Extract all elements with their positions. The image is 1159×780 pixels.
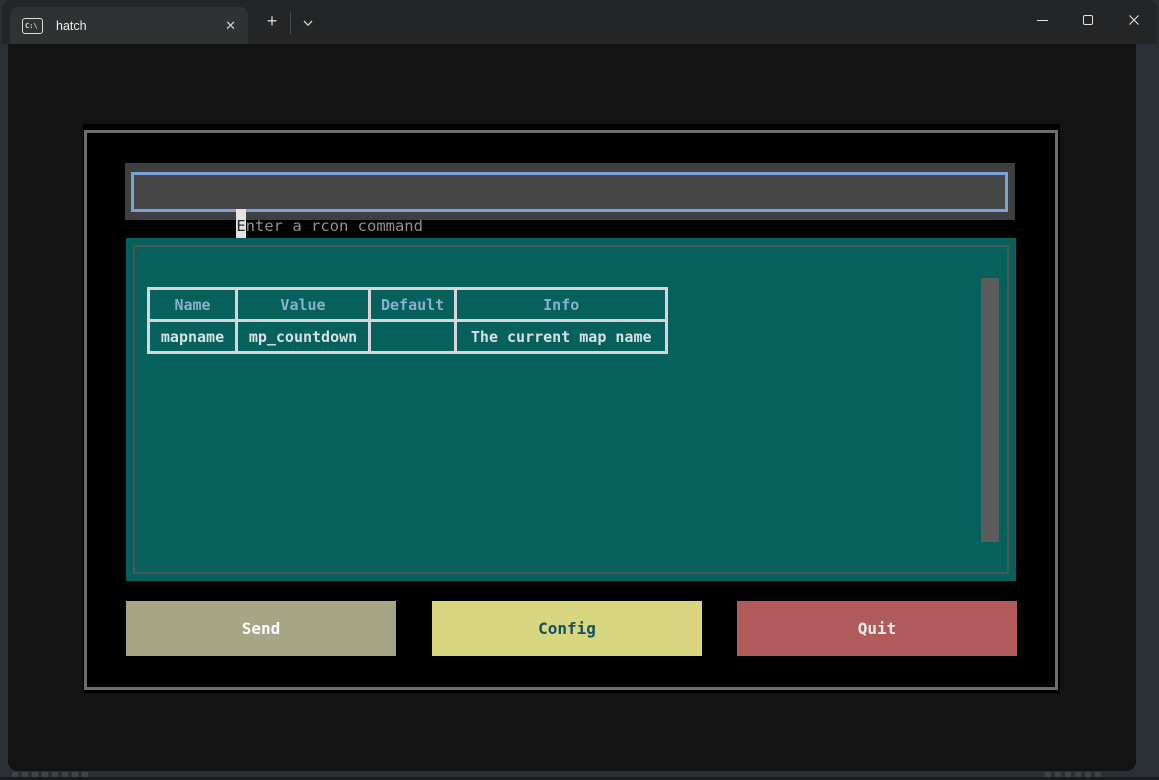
cell-name[interactable]: mapname xyxy=(149,321,237,353)
new-tab-button[interactable]: + xyxy=(259,10,285,35)
tab-title: hatch xyxy=(56,19,87,33)
chevron-down-icon xyxy=(302,17,314,29)
tab-hatch[interactable]: C:\ hatch ✕ xyxy=(10,7,248,44)
minimize-button[interactable] xyxy=(1019,0,1065,40)
close-icon xyxy=(1128,14,1140,26)
column-header-info[interactable]: Info xyxy=(456,289,667,321)
column-header-name[interactable]: Name xyxy=(149,289,237,321)
minimize-icon xyxy=(1037,20,1048,21)
table-row[interactable]: mapname mp_countdown The current map nam… xyxy=(149,321,667,353)
maximize-icon xyxy=(1083,15,1093,25)
column-header-default[interactable]: Default xyxy=(370,289,456,321)
tab-bar: C:\ hatch ✕ + xyxy=(2,0,1157,44)
table-header-row: Name Value Default Info xyxy=(149,289,667,321)
cvar-panel: Name Value Default Info mapname mp_count… xyxy=(126,238,1016,581)
column-header-value[interactable]: Value xyxy=(237,289,370,321)
cell-info[interactable]: The current map name xyxy=(456,321,667,353)
maximize-button[interactable] xyxy=(1065,0,1111,40)
cell-default[interactable] xyxy=(370,321,456,353)
send-button[interactable]: Send xyxy=(126,601,396,656)
command-input-container: Enter a rcon command xyxy=(125,163,1015,220)
tab-close-icon[interactable]: ✕ xyxy=(225,19,236,32)
quit-button[interactable]: Quit xyxy=(737,601,1017,656)
window-controls xyxy=(1019,0,1157,40)
scrollbar-thumb[interactable] xyxy=(981,278,999,542)
terminal-prompt-icon: C:\ xyxy=(22,18,43,34)
close-button[interactable] xyxy=(1111,0,1157,40)
rcon-app: Enter a rcon command Name Value Default … xyxy=(83,124,1060,693)
config-button[interactable]: Config xyxy=(432,601,702,656)
cvar-table: Name Value Default Info mapname mp_count… xyxy=(147,287,668,354)
desktop: C:\ hatch ✕ + Ente xyxy=(0,0,1159,780)
rcon-command-input[interactable]: Enter a rcon command xyxy=(131,172,1008,212)
terminal-viewport: Enter a rcon command Name Value Default … xyxy=(8,44,1136,771)
input-placeholder: nter a rcon command xyxy=(246,217,423,235)
tab-dropdown-button[interactable] xyxy=(297,13,319,33)
cell-value[interactable]: mp_countdown xyxy=(237,321,370,353)
tabbar-divider xyxy=(290,12,291,34)
